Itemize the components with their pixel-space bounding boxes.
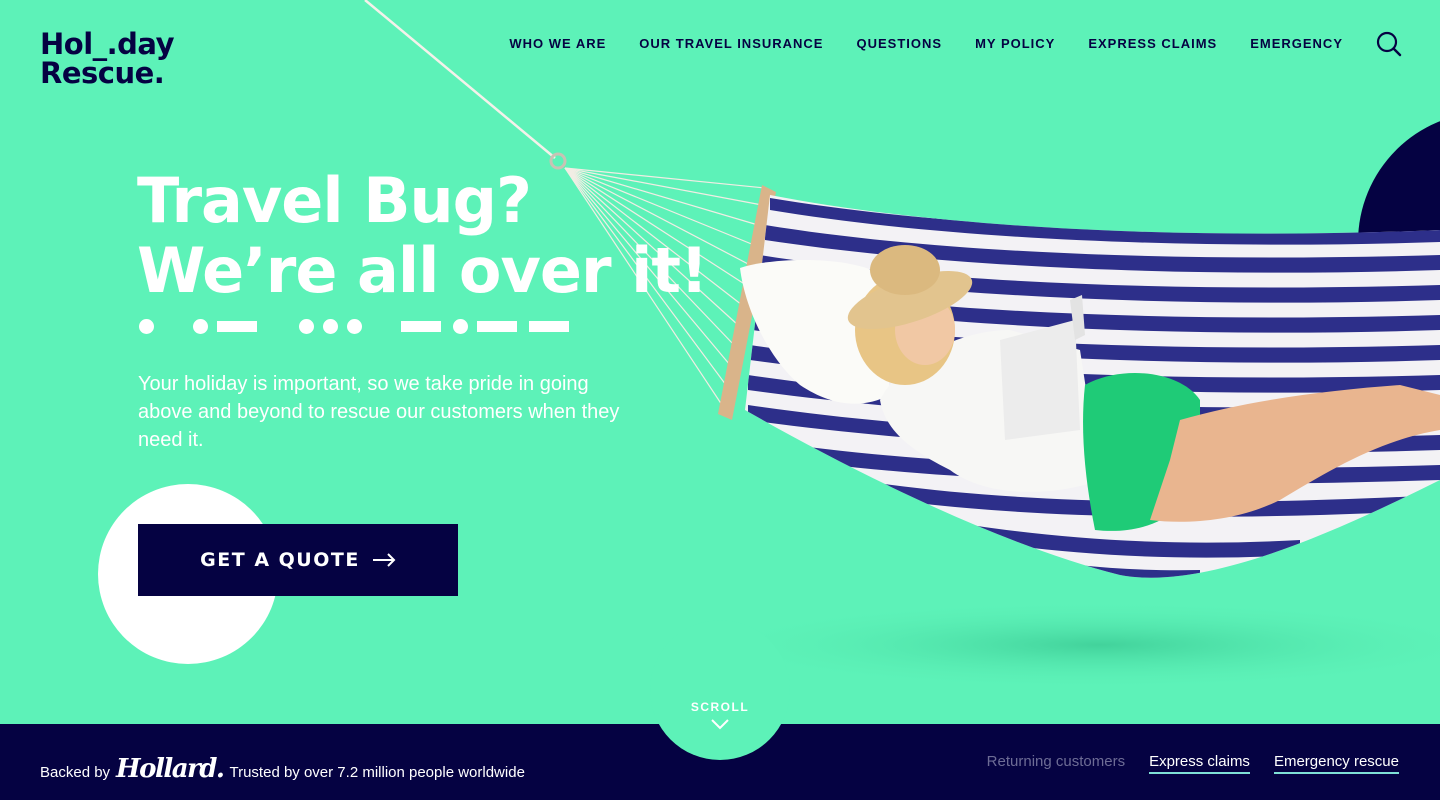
backed-by-label: Backed by — [40, 764, 111, 781]
nav-who-we-are[interactable]: WHO WE ARE — [509, 36, 606, 51]
morse-dot — [139, 318, 154, 334]
scroll-label: SCROLL — [690, 700, 750, 714]
morse-dot — [453, 318, 468, 334]
get-a-quote-label: GET A QUOTE — [200, 549, 360, 571]
hammock-fabric — [745, 195, 1440, 578]
logo[interactable]: Hol_.day Rescue. — [40, 27, 175, 90]
person-skirt — [1083, 373, 1200, 531]
person-hat-brim — [847, 270, 973, 330]
morse-dot — [193, 318, 208, 334]
morse-dot — [347, 318, 362, 334]
person-face — [895, 295, 955, 365]
pillow — [740, 259, 890, 404]
morse-dot — [299, 318, 314, 334]
person-hair — [855, 275, 955, 385]
hero-title-line-1: Travel Bug? — [137, 164, 532, 237]
nav-emergency[interactable]: EMERGENCY — [1250, 36, 1343, 51]
trusted-text: Trusted by over 7.2 million people world… — [229, 764, 525, 781]
nav-questions[interactable]: QUESTIONS — [856, 36, 942, 51]
scroll-bump — [650, 620, 790, 760]
nav-my-policy[interactable]: MY POLICY — [975, 36, 1055, 51]
morse-dot — [323, 318, 338, 334]
logo-line-2: Rescue. — [40, 56, 165, 90]
decorative-navy-circle — [1358, 112, 1440, 372]
hollard-logo: Hollard. — [116, 754, 225, 784]
chevron-down-icon — [711, 719, 729, 730]
search-button[interactable] — [1376, 31, 1402, 57]
nav-our-travel-insurance[interactable]: OUR TRAVEL INSURANCE — [639, 36, 823, 51]
search-icon — [1376, 31, 1402, 57]
backed-by: Backed by Hollard. Trusted by over 7.2 m… — [40, 754, 525, 784]
returning-customers-link[interactable]: Returning customers — [987, 753, 1125, 774]
logo-line-1: Hol_.day — [40, 27, 175, 61]
morse-code-decoration — [139, 318, 581, 334]
hammock-spreader-bar — [718, 185, 776, 420]
get-a-quote-button[interactable]: GET A QUOTE — [138, 524, 458, 596]
morse-dash — [529, 320, 569, 332]
morse-dash — [217, 320, 257, 332]
hero-title: Travel Bug? We’re all over it! — [137, 164, 708, 307]
person-hat-crown — [870, 245, 940, 295]
nav-express-claims[interactable]: EXPRESS CLAIMS — [1088, 36, 1217, 51]
emergency-rescue-link[interactable]: Emergency rescue — [1273, 753, 1399, 774]
express-claims-link[interactable]: Express claims — [1149, 753, 1250, 774]
morse-dash — [477, 320, 517, 332]
book — [1000, 320, 1080, 440]
hammock-rope — [364, 0, 556, 159]
morse-dash — [401, 320, 441, 332]
person-top — [880, 330, 1100, 492]
arrow-right-icon — [372, 553, 396, 567]
person-legs — [1150, 385, 1440, 522]
scroll-indicator[interactable]: SCROLL — [650, 700, 790, 733]
hero-title-line-2: We’re all over it! — [137, 234, 708, 307]
hero-subtitle: Your holiday is important, so we take pr… — [138, 373, 620, 451]
footer-links: Returning customers Express claims Emerg… — [987, 753, 1399, 774]
hammock-shadow — [700, 600, 1440, 690]
main-nav: WHO WE ARE OUR TRAVEL INSURANCE QUESTION… — [509, 36, 1343, 51]
